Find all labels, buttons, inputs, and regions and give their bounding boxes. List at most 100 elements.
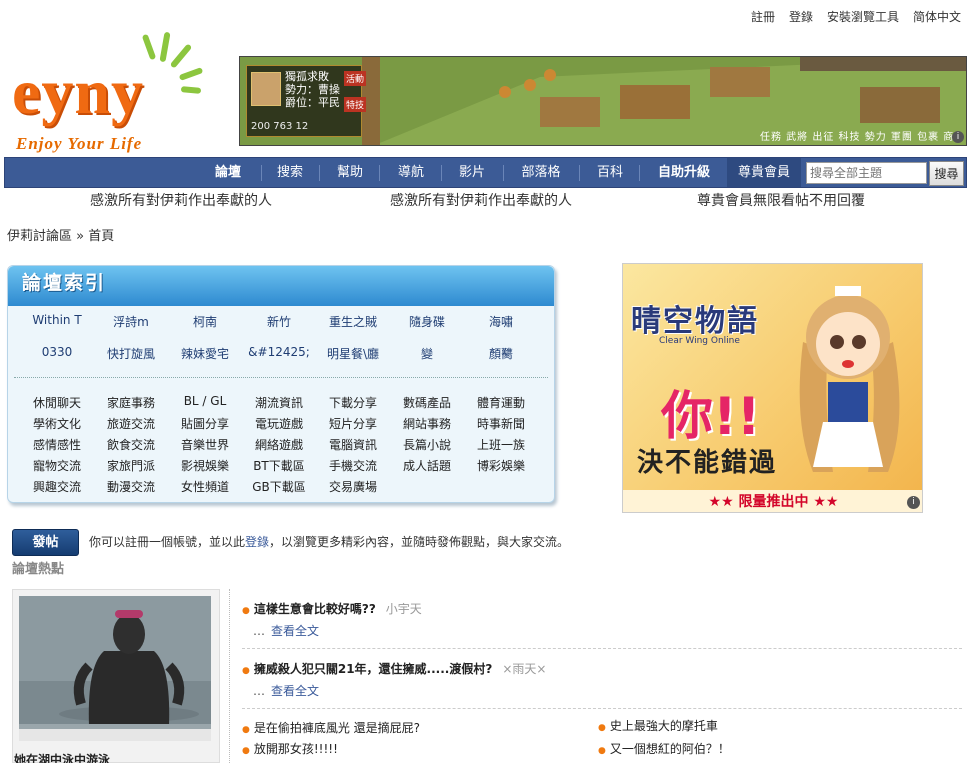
advertisement[interactable]: 晴空物語 Clear Wing Online 你!! 決不能錯過 ★★ 限量推出… [622,263,923,513]
forum-index-row2-item[interactable]: 快打旋風 [94,345,168,362]
ad-info-icon[interactable]: i [952,131,964,143]
search-input[interactable] [806,162,927,184]
forum-board-link[interactable]: 短片分享 [316,415,390,432]
intro-login-link[interactable]: 登錄 [245,535,269,549]
game-banner[interactable]: 獨孤求敗 勢力：曹操 爵位：平民 200 763 12 活動 特技 任務 武將 … [239,56,967,146]
forum-index-row2-item[interactable]: 辣妹愛宅 [168,345,242,362]
forum-board-link[interactable]: 上班一族 [464,436,538,453]
forum-board-link[interactable]: 休閒聊天 [20,394,94,411]
read-more-link[interactable]: 查看全文 [271,684,319,698]
register-link[interactable]: 註冊 [751,8,775,25]
forum-board-link[interactable]: BT下載區 [242,457,316,474]
nav-vip[interactable]: 尊貴會員 [727,158,801,187]
hot-thread-title[interactable]: 又一個想紅的阿伯？！ [610,742,730,756]
breadcrumb-home[interactable]: 伊莉討論區 [7,229,72,244]
featured-photo-caption[interactable]: 她在湖中泳中游泳 [14,751,214,763]
thread-author[interactable]: 小宇天 [386,602,422,616]
hot-thread-title[interactable]: 放開那女孩!!!!! [254,742,338,756]
forum-board-link[interactable]: GB下載區 [242,478,316,495]
forum-board-link[interactable]: 電玩遊戲 [242,415,316,432]
hot-thread-left-1[interactable]: ● 是在偷拍褲底風光 還是摘屁屁? [242,719,420,736]
new-post-button[interactable]: 發帖 [12,529,79,556]
forum-index-row2-item[interactable]: 變 [390,345,464,362]
forum-board-link[interactable]: 家庭事務 [94,394,168,411]
forum-board-link[interactable]: BL / GL [168,394,242,408]
featured-thread-2[interactable]: ● 擁威殺人犯只關21年，還住擁威.....渡假村? ×雨天× [242,660,546,677]
forum-board-link[interactable]: 影視娛樂 [168,457,242,474]
forum-index-row1-item[interactable]: 新竹 [242,313,316,330]
thread-separator [242,648,962,649]
forum-board-link[interactable]: 寵物交流 [20,457,94,474]
hot-thread-right-1[interactable]: ● 史上最強大的摩托車 [598,717,718,734]
forum-board-link[interactable]: 體育運動 [464,394,538,411]
nav-help[interactable]: 幫助 [327,158,373,187]
forum-board-link[interactable]: 手機交流 [316,457,390,474]
forum-board-link[interactable]: 成人話題 [390,457,464,474]
hot-topics-title: 論壇熱點 [12,562,65,577]
nav-navigation[interactable]: 導航 [387,158,435,187]
ad-info-icon[interactable]: i [907,496,920,509]
forum-index-row1-item[interactable]: 隨身碟 [390,313,464,330]
featured-thread-1-more[interactable]: … 查看全文 [253,622,319,639]
forum-index-row2-item[interactable]: 顏臡 [464,345,538,362]
forum-board-link[interactable]: 長篇小說 [390,436,464,453]
thread-author[interactable]: ×雨天× [502,662,546,676]
forum-board-link[interactable]: 旅遊交流 [94,415,168,432]
forum-board-link[interactable]: 潮流資訊 [242,394,316,411]
forum-board-link[interactable]: 音樂世界 [168,436,242,453]
thread-separator [242,708,962,709]
forum-board-link[interactable]: 感情感性 [20,436,94,453]
install-browser-tool-link[interactable]: 安裝瀏覽工具 [827,8,899,25]
forum-board-link[interactable]: 貼圖分享 [168,415,242,432]
featured-thread-title[interactable]: 這樣生意會比較好嗎?? [254,602,376,616]
notice-2[interactable]: 感激所有對伊莉作出奉獻的人 [390,190,572,210]
login-link[interactable]: 登錄 [789,8,813,25]
bullet-icon: ● [242,666,250,676]
forum-index-row2-item[interactable]: 明星餐\廳 [316,345,390,362]
forum-board-link[interactable]: 時事新聞 [464,415,538,432]
forum-board-link[interactable]: 學術文化 [20,415,94,432]
nav-blog[interactable]: 部落格 [511,158,571,187]
forum-board-link[interactable]: 下載分享 [316,394,390,411]
hot-thread-left-2[interactable]: ● 放開那女孩!!!!! [242,740,338,757]
forum-board-link[interactable]: 交易廣場 [316,478,390,495]
notice-1[interactable]: 感激所有對伊莉作出奉獻的人 [90,190,272,210]
nav-self-upgrade[interactable]: 自助升級 [647,158,721,187]
nav-video[interactable]: 影片 [449,158,495,187]
forum-board-link[interactable]: 網絡遊戲 [242,436,316,453]
hot-thread-right-2[interactable]: ● 又一個想紅的阿伯？！ [598,740,730,757]
forum-board-link[interactable]: 動漫交流 [94,478,168,495]
ad-subtext: ★★ 限量推出中 ★★ [623,490,922,512]
simplified-chinese-link[interactable]: 简体中文 [913,8,961,25]
forum-board-link[interactable]: 電腦資訊 [316,436,390,453]
logo-slogan: Enjoy Your Life [16,134,143,153]
search-button[interactable]: 搜尋 [929,161,964,186]
forum-index-row2-item[interactable]: &#12425; [242,345,316,359]
banner-tag-event: 活動 [344,71,367,86]
hot-thread-title[interactable]: 史上最強大的摩托車 [610,719,718,733]
nav-forum[interactable]: 論壇 [201,158,255,187]
read-more-link[interactable]: 查看全文 [271,624,319,638]
hot-thread-title[interactable]: 是在偷拍褲底風光 還是摘屁屁? [254,721,420,735]
notice-3[interactable]: 尊貴會員無限看帖不用回覆 [697,190,865,210]
featured-photo[interactable] [19,596,211,729]
forum-index-row1-item[interactable]: 浮詩m [94,313,168,330]
forum-index-row1-item[interactable]: 重生之賊 [316,313,390,330]
forum-index-row1-item[interactable]: 海嘯 [464,313,538,330]
forum-index-row1-item[interactable]: Within T [20,313,94,327]
forum-board-link[interactable]: 家旅門派 [94,457,168,474]
nav-search[interactable]: 搜索 [267,158,313,187]
featured-thread-2-more[interactable]: … 查看全文 [253,682,319,699]
forum-board-link[interactable]: 博彩娛樂 [464,457,538,474]
forum-board-link[interactable]: 網站事務 [390,415,464,432]
forum-index-row2-item[interactable]: 0330 [20,345,94,359]
nav-wiki[interactable]: 百科 [587,158,633,187]
forum-board-link[interactable]: 飲食交流 [94,436,168,453]
forum-index-row1-item[interactable]: 柯南 [168,313,242,330]
forum-board-link[interactable]: 興趣交流 [20,478,94,495]
forum-board-link[interactable]: 女性頻道 [168,478,242,495]
forum-board-link[interactable]: 數碼產品 [390,394,464,411]
photo-pager[interactable] [19,729,211,741]
featured-thread-1[interactable]: ● 這樣生意會比較好嗎?? 小宇天 [242,600,422,617]
featured-thread-title[interactable]: 擁威殺人犯只關21年，還住擁威.....渡假村? [254,662,492,676]
